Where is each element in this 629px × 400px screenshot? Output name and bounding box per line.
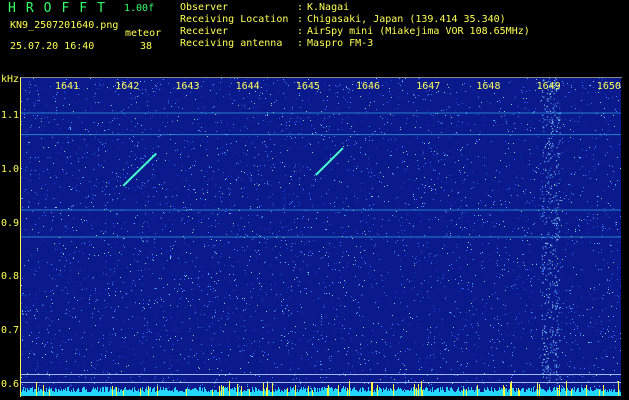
filename-label: KN9_2507201640.png	[10, 20, 119, 31]
info-value-observer: K.Nagai	[307, 2, 350, 13]
x-tick-label: 1641	[55, 81, 80, 92]
y-tick-label: 1.0	[1, 163, 20, 175]
y-axis-unit: kHz	[1, 74, 20, 85]
app-title: HROFFT	[8, 1, 115, 16]
meteor-label: meteor	[125, 28, 162, 39]
x-tick-label: 1650	[596, 81, 621, 92]
y-tick-label: 0.6	[1, 379, 20, 391]
y-tick-label: 0.9	[1, 217, 20, 229]
info-value-receiver: AirSpy mini (Miakejima VOR 108.65MHz)	[307, 26, 530, 37]
x-tick-label: 1645	[295, 81, 320, 92]
x-tick-label: 1647	[416, 81, 441, 92]
plot-frame	[20, 77, 622, 397]
info-label-antenna: Receiving antenna	[180, 38, 283, 49]
meteor-count: 38	[140, 41, 153, 52]
y-tick-label: 0.8	[1, 271, 20, 283]
x-tick-label: 1649	[536, 81, 561, 92]
info-label-receiver: Receiver	[180, 26, 229, 37]
x-tick-label: 1643	[175, 81, 200, 92]
info-label-observer: Observer	[180, 2, 229, 13]
x-tick-label: 1648	[476, 81, 501, 92]
x-tick-label: 1644	[235, 81, 260, 92]
info-label-location: Receiving Location	[180, 14, 289, 25]
x-tick-label: 1646	[356, 81, 381, 92]
info-value-location: Chigasaki, Japan (139.414 35.340)	[307, 14, 506, 25]
datetime-label: 25.07.20 16:40	[10, 41, 95, 52]
info-value-antenna: Maspro FM-3	[307, 38, 374, 49]
y-tick-label: 0.7	[1, 325, 20, 337]
y-tick-label: 1.1	[1, 109, 20, 121]
x-tick-label: 1642	[115, 81, 140, 92]
version-label: 1.00f	[124, 3, 155, 14]
